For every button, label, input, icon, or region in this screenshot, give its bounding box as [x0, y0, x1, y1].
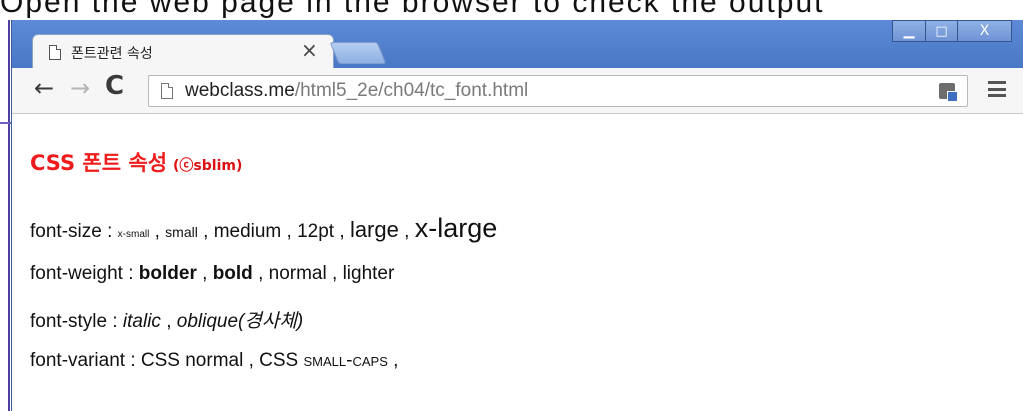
menu-icon[interactable]	[988, 81, 1006, 97]
font-variant-label: font-variant :	[30, 350, 141, 371]
window-controls: ▁ □ X	[892, 20, 1012, 42]
size-medium: medium	[213, 221, 282, 242]
font-size-row: font-size : x-small , small , medium , 1…	[30, 213, 498, 243]
address-bar[interactable]: webclass.me/html5_2e/ch04/tc_font.html	[148, 75, 968, 107]
font-style-row: font-style : italic , oblique(경사체)	[30, 311, 304, 332]
forward-arrow-icon[interactable]: →	[70, 76, 90, 100]
heading-text: CSS 폰트 속성	[30, 151, 168, 175]
page-content: CSS 폰트 속성 (ⓒsblim) font-size : x-small , …	[12, 115, 1023, 411]
heading-credit: (ⓒsblim)	[173, 158, 243, 174]
url-text[interactable]: webclass.me/html5_2e/ch04/tc_font.html	[185, 80, 528, 102]
font-style-label: font-style :	[30, 311, 123, 332]
clipped-top-text: Open the web page in the browser to chec…	[0, 0, 1023, 20]
weight-bolder: bolder	[138, 263, 197, 284]
title-bar: 폰트관련 속성 × ▁ □ X	[12, 20, 1023, 68]
size-12pt: 12pt	[297, 221, 335, 242]
browser-window: 폰트관련 속성 × ▁ □ X ← → C webclass.me/html5_…	[11, 20, 1023, 411]
variant-normal: CSS normal	[140, 350, 244, 371]
size-xsmall: x-small	[117, 229, 150, 240]
back-arrow-icon[interactable]: ←	[34, 76, 54, 100]
weight-lighter: lighter	[342, 263, 395, 284]
tab-title: 폰트관련 속성	[71, 46, 153, 62]
font-weight-row: font-weight : bolder , bold , normal , l…	[30, 263, 395, 284]
size-large: large	[349, 217, 399, 242]
clipped-text: Open the web page in the browser to chec…	[0, 0, 825, 19]
style-italic: italic	[122, 311, 161, 332]
accent-vertical-line	[8, 20, 10, 411]
variant-smallcaps: small-caps	[303, 350, 388, 371]
minimize-button[interactable]: ▁	[892, 20, 926, 42]
close-window-button[interactable]: X	[958, 20, 1012, 42]
font-size-label: font-size :	[30, 221, 118, 242]
active-tab[interactable]: 폰트관련 속성 ×	[32, 34, 334, 68]
weight-bold: bold	[212, 263, 253, 284]
weight-normal: normal	[268, 263, 327, 284]
font-weight-label: font-weight :	[30, 263, 139, 284]
variant-smallcaps-prefix: CSS	[259, 350, 304, 371]
translate-icon[interactable]	[939, 83, 958, 102]
new-tab-button[interactable]	[329, 42, 387, 64]
maximize-button[interactable]: □	[926, 20, 958, 42]
page-icon	[49, 45, 61, 60]
url-path: /html5_2e/ch04/tc_font.html	[294, 80, 529, 101]
font-variant-row: font-variant : CSS normal , CSS small-ca…	[30, 350, 399, 371]
page-heading: CSS 폰트 속성 (ⓒsblim)	[30, 147, 242, 177]
url-host: webclass.me	[185, 80, 295, 101]
page-icon	[161, 83, 173, 99]
size-small: small	[165, 224, 198, 240]
browser-toolbar: ← → C webclass.me/html5_2e/ch04/tc_font.…	[12, 68, 1023, 114]
tab-close-icon[interactable]: ×	[301, 40, 318, 60]
style-oblique: oblique(경사체)	[176, 311, 304, 332]
size-xlarge: x-large	[414, 213, 498, 243]
reload-icon[interactable]: C	[105, 73, 124, 99]
